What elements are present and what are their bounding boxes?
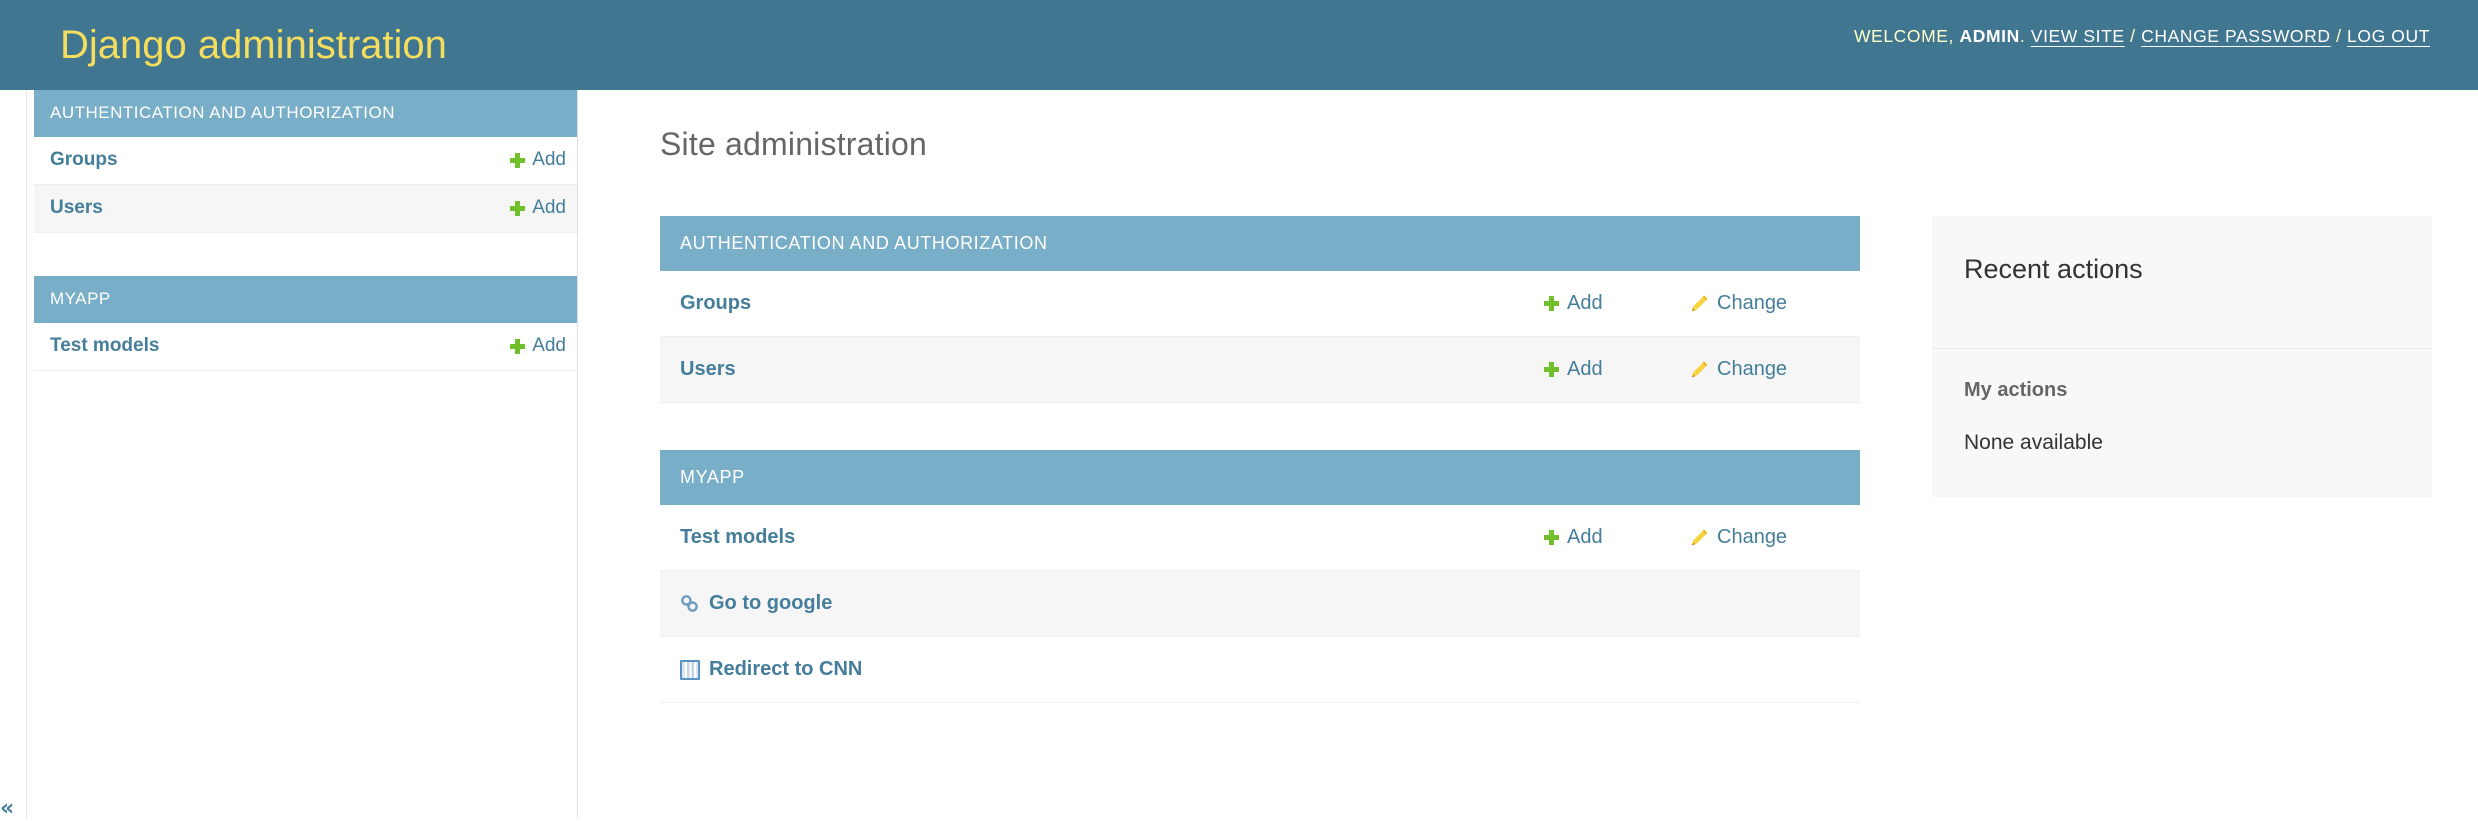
site-title[interactable]: Django administration: [60, 14, 447, 76]
sidebar-row-users: Users Add: [34, 185, 582, 233]
add-test-models-button[interactable]: Add: [1544, 526, 1690, 549]
sidebar-add-groups-label: Add: [532, 149, 566, 171]
add-test-models-label: Add: [1567, 526, 1603, 549]
window-icon: [680, 660, 700, 680]
change-users-button[interactable]: Change: [1690, 358, 1840, 381]
page-title: Site administration: [660, 90, 2478, 164]
user-tools-separator-2: /: [2336, 26, 2341, 46]
recent-actions-panel: Recent actions My actions None available: [1932, 216, 2432, 497]
sidebar-app-auth: AUTHENTICATION AND AUTHORIZATION Groups …: [34, 90, 582, 233]
add-groups-button[interactable]: Add: [1544, 292, 1690, 315]
sidebar-collapse-toggle[interactable]: «: [0, 800, 14, 818]
plus-icon: [1544, 530, 1559, 545]
sidebar-item-users[interactable]: Users: [50, 197, 103, 219]
model-link-test-models[interactable]: Test models: [680, 526, 1544, 549]
change-password-link[interactable]: CHANGE PASSWORD: [2141, 26, 2331, 46]
custom-link-go-to-google[interactable]: Go to google: [680, 592, 1840, 615]
recent-actions-empty: None available: [1964, 403, 2400, 457]
user-tools: Welcome, ADMIN. VIEW SITE / CHANGE PASSW…: [1854, 26, 2430, 47]
content-area: Site administration AUTHENTICATION AND A…: [660, 90, 2478, 818]
pencil-icon: [1690, 528, 1709, 547]
change-groups-button[interactable]: Change: [1690, 292, 1840, 315]
page-header: Django administration Welcome, ADMIN. VI…: [0, 0, 2478, 90]
sidebar-row-test-models: Test models Add: [34, 323, 582, 371]
change-test-models-label: Change: [1717, 526, 1787, 549]
content-main: AUTHENTICATION AND AUTHORIZATION Groups …: [660, 216, 1860, 750]
change-test-models-button[interactable]: Change: [1690, 526, 1840, 549]
pencil-icon: [1690, 360, 1709, 379]
welcome-label: Welcome,: [1854, 26, 1954, 46]
sidebar-app-auth-caption[interactable]: AUTHENTICATION AND AUTHORIZATION: [34, 90, 582, 137]
custom-link-redirect-to-cnn[interactable]: Redirect to CNN: [680, 658, 1840, 681]
table-row: Go to google: [660, 571, 1860, 637]
sidebar-row-groups: Groups Add: [34, 137, 582, 185]
chain-link-icon: [680, 594, 700, 614]
custom-link-redirect-to-cnn-label: Redirect to CNN: [709, 658, 862, 681]
app-module-auth: AUTHENTICATION AND AUTHORIZATION Groups …: [660, 216, 1860, 403]
change-users-label: Change: [1717, 358, 1787, 381]
branding: Django administration: [60, 14, 447, 76]
my-actions-label: My actions: [1964, 349, 2400, 403]
sidebar-add-groups[interactable]: Add: [510, 149, 566, 171]
model-link-users[interactable]: Users: [680, 358, 1544, 381]
app-module-myapp: MYAPP Test models Add Change: [660, 450, 1860, 703]
custom-link-go-to-google-label: Go to google: [709, 592, 832, 615]
sidebar-item-test-models[interactable]: Test models: [50, 335, 159, 357]
table-row: Redirect to CNN: [660, 637, 1860, 703]
recent-actions-body: My actions None available: [1932, 349, 2432, 497]
table-row: Test models Add Change: [660, 505, 1860, 571]
app-module-auth-caption[interactable]: AUTHENTICATION AND AUTHORIZATION: [660, 216, 1860, 271]
recent-actions-title: Recent actions: [1964, 240, 2400, 308]
model-link-groups[interactable]: Groups: [680, 292, 1544, 315]
sidebar-add-users-label: Add: [532, 197, 566, 219]
add-groups-label: Add: [1567, 292, 1603, 315]
sidebar-add-test-models-label: Add: [532, 335, 566, 357]
plus-icon: [510, 339, 525, 354]
welcome-period: .: [2020, 26, 2025, 46]
nav-sidebar: AUTHENTICATION AND AUTHORIZATION Groups …: [26, 90, 582, 818]
plus-icon: [1544, 296, 1559, 311]
view-site-link[interactable]: VIEW SITE: [2031, 26, 2125, 46]
log-out-link[interactable]: LOG OUT: [2347, 26, 2430, 46]
plus-icon: [510, 153, 525, 168]
table-row: Groups Add Change: [660, 271, 1860, 337]
plus-icon: [1544, 362, 1559, 377]
pencil-icon: [1690, 294, 1709, 313]
sidebar-add-test-models[interactable]: Add: [510, 335, 566, 357]
plus-icon: [510, 201, 525, 216]
sidebar-spacer: [27, 233, 578, 276]
add-users-button[interactable]: Add: [1544, 358, 1690, 381]
user-tools-separator-1: /: [2130, 26, 2135, 46]
recent-actions-inner: Recent actions: [1932, 216, 2432, 348]
username-label: ADMIN: [1960, 26, 2020, 46]
table-row: Users Add Change: [660, 337, 1860, 403]
sidebar-add-users[interactable]: Add: [510, 197, 566, 219]
change-groups-label: Change: [1717, 292, 1787, 315]
add-users-label: Add: [1567, 358, 1603, 381]
app-module-myapp-caption[interactable]: MYAPP: [660, 450, 1860, 505]
sidebar-app-myapp: MYAPP Test models Add: [34, 276, 582, 371]
sidebar-app-myapp-caption[interactable]: MYAPP: [34, 276, 582, 323]
sidebar-item-groups[interactable]: Groups: [50, 149, 118, 171]
